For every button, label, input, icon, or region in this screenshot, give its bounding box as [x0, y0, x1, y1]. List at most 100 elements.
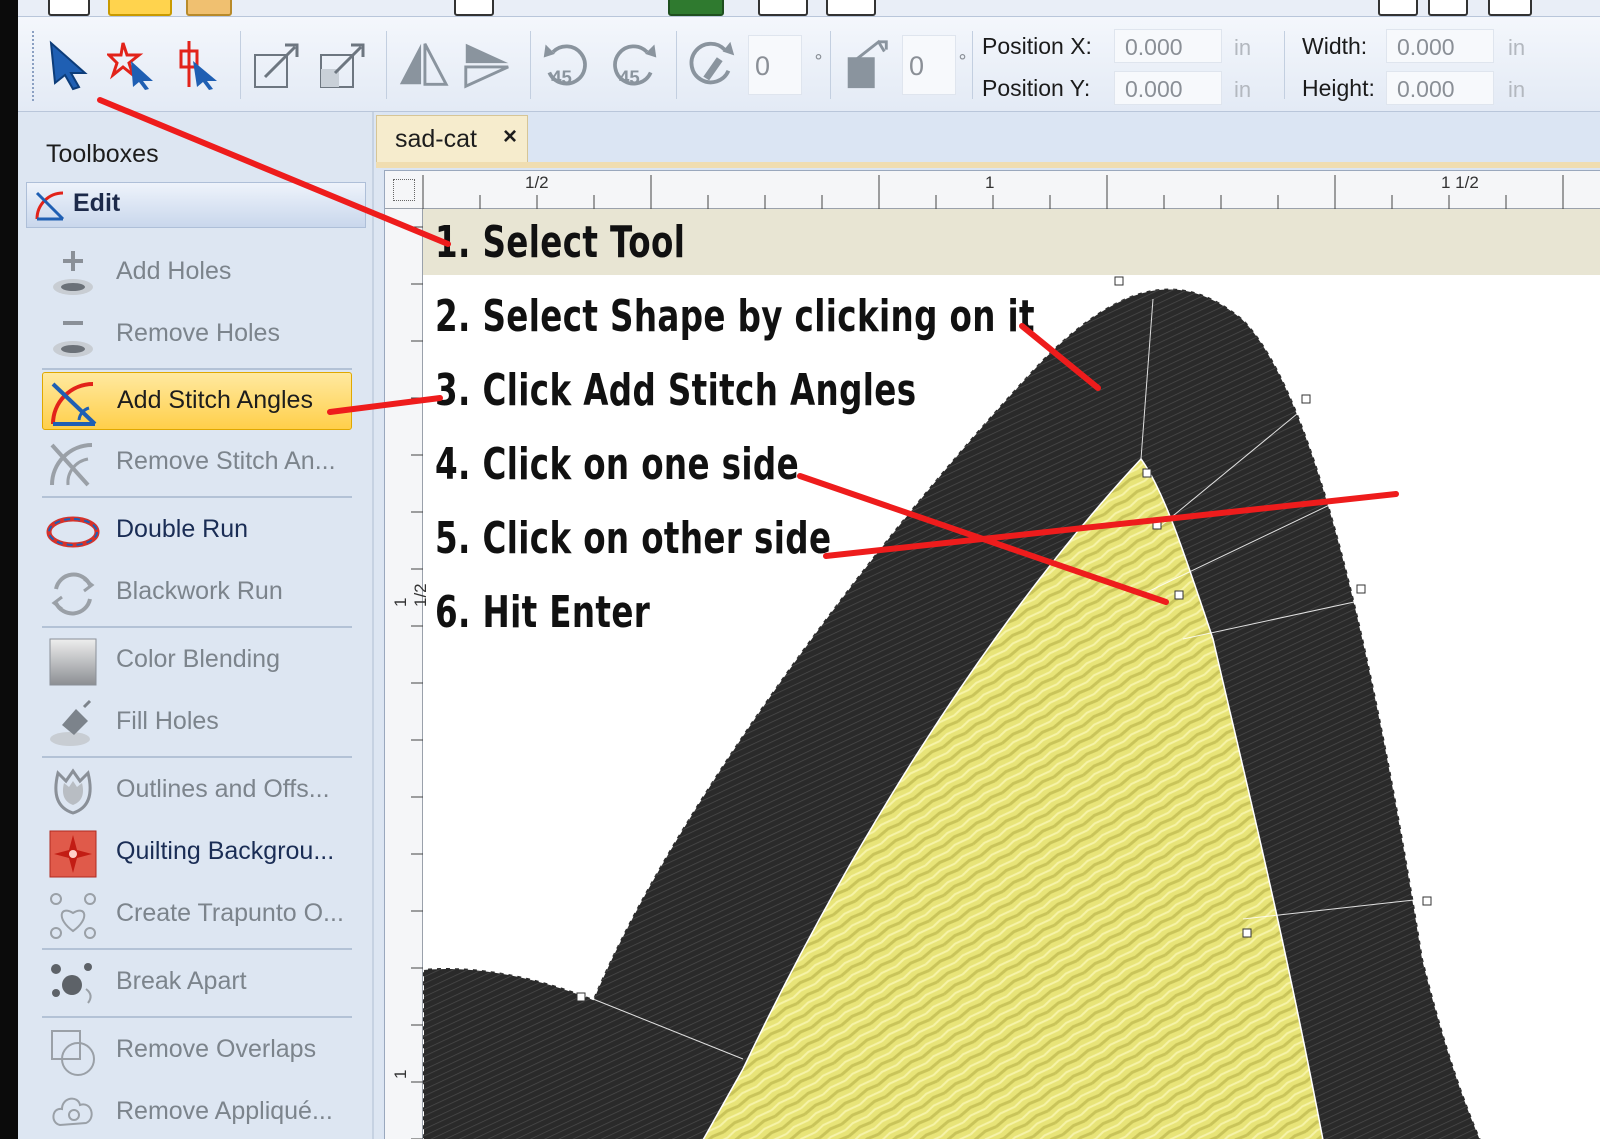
sidebar-item-remove-stitch-angles[interactable]: Remove Stitch An... — [42, 434, 352, 492]
degree-label: ° — [814, 51, 823, 72]
instruction-step-2: 2. Select Shape by clicking on it — [435, 291, 1035, 342]
sidebar-item-label: Create Trapunto O... — [116, 899, 344, 927]
toolboxes-panel: Toolboxes Edit Add Holes Remove Holes Ad… — [18, 112, 382, 1139]
skew-angle-input[interactable]: 0 — [902, 35, 956, 95]
height-input[interactable]: 0.000 — [1386, 71, 1494, 105]
sidebar-item-label: Remove Stitch An... — [116, 447, 336, 475]
remove-overlaps-icon — [46, 1026, 100, 1078]
toolbar-button[interactable] — [668, 0, 724, 16]
sidebar-item-fill-holes[interactable]: Fill Holes — [42, 694, 352, 752]
sidebar-item-remove-overlaps[interactable]: Remove Overlaps — [42, 1022, 352, 1080]
position-x-input[interactable]: 0.000 — [1114, 29, 1222, 63]
sidebar-item-create-trapunto[interactable]: Create Trapunto O... — [42, 886, 352, 944]
toolbar-button[interactable] — [186, 0, 232, 16]
tab-strip-underline — [376, 162, 1600, 168]
remove-stitch-angles-icon — [46, 438, 100, 490]
instruction-step-4: 4. Click on one side — [435, 439, 800, 490]
rotate-left-45-button[interactable]: 45 — [540, 35, 594, 95]
svg-text:45: 45 — [619, 67, 640, 88]
sidebar-item-color-blending[interactable]: Color Blending — [42, 632, 352, 690]
sidebar-item-outlines-and-offsets[interactable]: Outlines and Offs... — [42, 762, 352, 820]
sidebar-item-label: Quilting Backgrou... — [116, 837, 335, 865]
close-tab-icon[interactable]: × — [503, 123, 517, 151]
add-holes-icon — [46, 248, 100, 300]
height-unit: in — [1508, 77, 1526, 102]
sidebar-item-remove-holes[interactable]: Remove Holes — [42, 306, 352, 364]
break-apart-icon — [46, 958, 100, 1010]
resize-proportional-button[interactable] — [316, 35, 370, 95]
sidebar-item-label: Color Blending — [116, 645, 280, 673]
sidebar-item-double-run[interactable]: Double Run — [42, 502, 352, 560]
edit-section-header[interactable]: Edit — [26, 182, 366, 228]
top-toolbar-strip — [18, 0, 1600, 17]
resize-tool-button[interactable] — [250, 35, 304, 95]
ruler-corner[interactable] — [393, 179, 415, 201]
sidebar-item-break-apart[interactable]: Break Apart — [42, 954, 352, 1012]
toolbar-button[interactable] — [454, 0, 494, 16]
node-select-button[interactable] — [170, 35, 224, 95]
sidebar-item-label: Remove Overlaps — [116, 1035, 317, 1063]
toolbar-button[interactable] — [108, 0, 172, 16]
select-tool-button[interactable] — [42, 35, 96, 95]
instruction-step-1: 1. Select Tool — [435, 217, 686, 268]
rotate-angle-button[interactable] — [686, 35, 740, 95]
toolbar-button[interactable] — [1488, 0, 1532, 16]
select-arrow-icon — [49, 40, 88, 91]
sidebar-item-add-holes[interactable]: Add Holes — [42, 244, 352, 302]
instruction-step-3: 3. Click Add Stitch Angles — [435, 365, 917, 416]
cat-ear-embroidery[interactable] — [423, 209, 1600, 1139]
width-input[interactable]: 0.000 — [1386, 29, 1494, 63]
height-label: Height: — [1302, 75, 1375, 101]
flip-horizontal-button[interactable] — [396, 35, 450, 95]
toolbar-button[interactable] — [758, 0, 808, 16]
sidebar-item-blackwork-run[interactable]: Blackwork Run — [42, 564, 352, 622]
rotate-angle-input[interactable]: 0 — [748, 35, 802, 95]
magic-select-button[interactable] — [106, 35, 160, 95]
panel-splitter[interactable] — [372, 112, 374, 1139]
toolbar-button[interactable] — [48, 0, 90, 16]
add-stitch-angles-icon — [47, 377, 101, 429]
rotate-ccw-icon: 45 — [543, 44, 587, 88]
embroidery-stage[interactable]: 1. Select Tool 2. Select Shape by clicki… — [423, 209, 1600, 1139]
degree-label: ° — [958, 51, 967, 72]
width-label: Width: — [1302, 33, 1368, 59]
vertical-ruler: 1 1/2 1 — [385, 209, 430, 1139]
document-tab[interactable]: sad-cat × — [376, 115, 528, 163]
double-run-icon — [46, 506, 100, 558]
skew-button[interactable] — [840, 35, 894, 95]
sidebar-item-label: Double Run — [116, 515, 249, 543]
rotate-right-45-button[interactable]: 45 — [606, 35, 660, 95]
toolbar-button[interactable] — [1378, 0, 1418, 16]
remove-holes-icon — [46, 310, 100, 362]
sidebar-item-label: Remove Appliqué... — [116, 1097, 333, 1125]
sidebar-item-label: Fill Holes — [116, 707, 219, 735]
skew-icon — [847, 39, 888, 89]
fill-holes-icon — [46, 698, 100, 750]
sidebar-item-add-stitch-angles[interactable]: Add Stitch Angles — [42, 372, 352, 430]
design-canvas[interactable]: 1/2 1 1 1/2 1 1/2 1 1. Select Tool 2. Se… — [384, 170, 1600, 1139]
toolbar-grip[interactable] — [32, 31, 36, 101]
document-tab-label: sad-cat — [395, 125, 477, 153]
edit-toolbar: 45 45 0 ° 0 ° Position X: 0.000 in Posit… — [18, 17, 1600, 112]
ruler-label: 1/2 — [525, 173, 549, 192]
instruction-step-6: 6. Hit Enter — [435, 587, 651, 638]
toolbar-button[interactable] — [1428, 0, 1468, 16]
sidebar-item-quilting-background[interactable]: Quilting Backgrou... — [42, 824, 352, 882]
sidebar-item-label: Add Stitch Angles — [117, 386, 313, 414]
rotate-angle-icon — [689, 41, 735, 85]
flip-vertical-button[interactable] — [460, 35, 514, 95]
outlines-icon — [46, 766, 100, 818]
sidebar-item-remove-applique[interactable]: Remove Appliqué... — [42, 1084, 352, 1139]
edit-section-label: Edit — [73, 189, 121, 217]
quilting-background-icon — [46, 828, 100, 880]
flip-vertical-icon — [464, 43, 509, 89]
star-select-icon — [107, 42, 153, 90]
rotate-cw-icon: 45 — [613, 44, 657, 88]
position-y-input[interactable]: 0.000 — [1114, 71, 1222, 105]
app-window: 45 45 0 ° 0 ° Position X: 0.000 in Posit… — [18, 0, 1600, 1139]
width-unit: in — [1508, 35, 1526, 60]
sidebar-item-label: Blackwork Run — [116, 577, 283, 605]
toolbar-button[interactable] — [826, 0, 876, 16]
position-x-unit: in — [1234, 35, 1252, 60]
edit-toolbox-icon — [35, 191, 65, 221]
